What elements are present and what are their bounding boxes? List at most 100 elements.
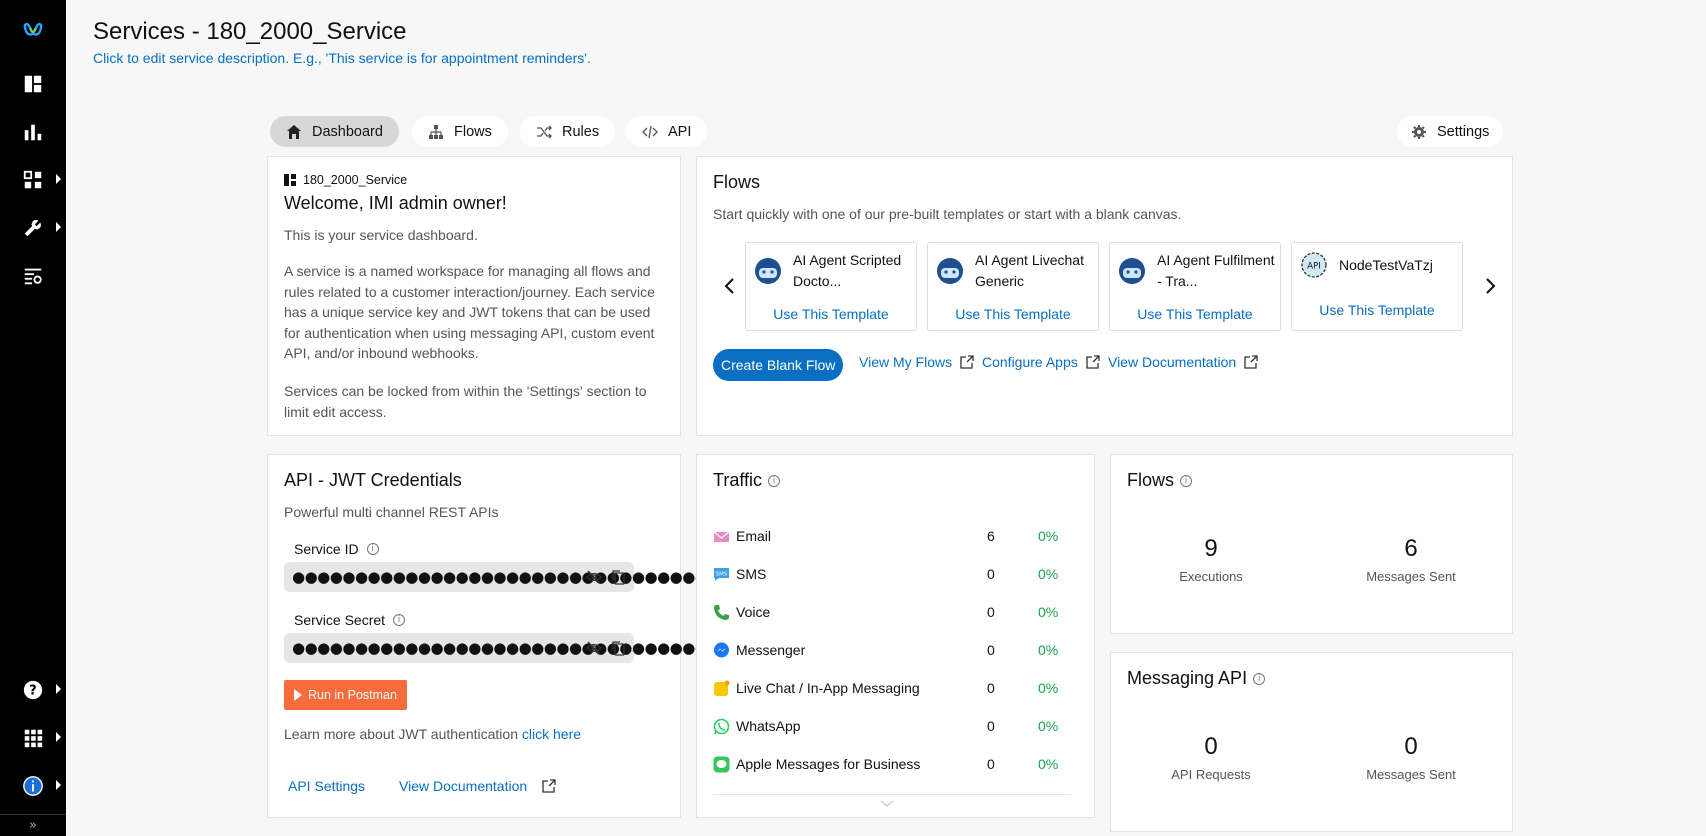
use-template-link[interactable]: Use This Template <box>928 306 1098 322</box>
welcome-title: Welcome, IMI admin owner! <box>284 193 507 213</box>
flows-icon <box>428 124 444 140</box>
tab-rules[interactable]: Rules <box>520 116 616 147</box>
flows-card-subtitle: Start quickly with one of our pre-built … <box>713 206 1182 222</box>
flows-templates-card: Flows Start quickly with one of our pre-… <box>696 156 1513 436</box>
hide-eye-icon[interactable] <box>586 640 602 656</box>
expand-sidebar-icon[interactable]: » <box>0 814 66 836</box>
template-name: AI Agent Fulfilment - Tra... <box>1157 252 1275 289</box>
template-card[interactable]: API NodeTestVaTzj Use This Template <box>1291 242 1463 331</box>
service-secret-value: ●●●●●●●●●●●●●●●●●●●●●●●●●●●●●●●●●●● ... <box>292 639 750 657</box>
welcome-paragraph-3: Services can be locked from within the '… <box>284 383 647 420</box>
channel-percent: 0% <box>1038 718 1059 734</box>
webex-logo-icon[interactable] <box>0 10 66 50</box>
channel-count: 0 <box>987 756 995 772</box>
chevron-left-icon[interactable] <box>721 277 739 295</box>
chevron-right-icon[interactable] <box>1481 277 1499 295</box>
logs-icon[interactable] <box>0 256 66 296</box>
channel-count: 6 <box>987 528 995 544</box>
sms-icon: SMS <box>714 568 729 581</box>
help-icon[interactable]: ? <box>0 670 66 710</box>
service-description[interactable]: Click to edit service description. E.g.,… <box>93 50 591 66</box>
traffic-row-sms: SMS SMS 0 0% <box>713 565 1063 585</box>
settings-label: Settings <box>1437 123 1490 140</box>
title-text: Flows <box>1127 470 1175 490</box>
use-template-link[interactable]: Use This Template <box>746 306 916 322</box>
jwt-view-documentation-link[interactable]: View Documentation <box>399 778 556 794</box>
info-icon[interactable]: i <box>1180 474 1193 487</box>
channel-count: 0 <box>987 718 995 734</box>
phone-icon <box>714 605 729 620</box>
view-my-flows-link[interactable]: View My Flows <box>859 354 974 370</box>
service-secret-label: Service Secret i <box>294 612 406 628</box>
service-secret-field[interactable]: ●●●●●●●●●●●●●●●●●●●●●●●●●●●●●●●●●●● ... <box>284 633 750 663</box>
service-id-field[interactable]: ●●●●●●●●●●●●●●●●●●●●●●●●●●●●●●●●●●● ... <box>284 562 750 592</box>
learn-text: Learn more about JWT authentication <box>284 726 518 742</box>
analytics-icon[interactable] <box>0 112 66 152</box>
apple-messages-icon <box>713 756 730 773</box>
template-card[interactable]: AI Agent Scripted Docto... Use This Temp… <box>745 242 917 331</box>
service-id-value: ●●●●●●●●●●●●●●●●●●●●●●●●●●●●●●●●●●● ... <box>292 568 750 586</box>
label-text: Service ID <box>294 541 359 557</box>
create-blank-flow-button[interactable]: Create Blank Flow <box>713 349 844 381</box>
tab-dashboard[interactable]: Dashboard <box>270 116 399 147</box>
livechat-icon <box>714 680 730 696</box>
api-settings-link[interactable]: API Settings <box>288 778 365 794</box>
title-text: Traffic <box>713 470 763 490</box>
info-icon[interactable]: i <box>366 543 379 555</box>
use-template-link[interactable]: Use This Template <box>1110 306 1280 322</box>
channel-percent: 0% <box>1038 566 1059 582</box>
tab-label: Rules <box>562 123 600 140</box>
tab-api[interactable]: API <box>626 116 708 147</box>
channel-label: Email <box>736 528 772 544</box>
info-icon[interactable]: i <box>1253 672 1266 685</box>
sidebar: ? » <box>0 0 66 836</box>
tab-label: API <box>668 123 692 140</box>
stat-label: API Requests <box>1171 767 1251 782</box>
configure-apps-link[interactable]: Configure Apps <box>982 354 1100 370</box>
click-here-link[interactable]: click here <box>522 726 581 742</box>
info-icon[interactable]: i <box>393 614 406 626</box>
stat-label: Executions <box>1179 569 1243 584</box>
channel-count: 0 <box>987 642 995 658</box>
service-name: 180_2000_Service <box>284 173 407 187</box>
postman-label: Run in Postman <box>308 688 397 702</box>
tab-label: Flows <box>454 123 492 140</box>
external-link-icon <box>1086 355 1100 369</box>
copy-icon[interactable] <box>610 569 626 585</box>
hide-eye-icon[interactable] <box>586 569 602 585</box>
stat-label: Messages Sent <box>1366 569 1456 584</box>
messages-sent-stat: 6 Messages Sent <box>1321 535 1501 584</box>
jwt-subtitle: Powerful multi channel REST APIs <box>284 504 499 520</box>
view-documentation-link[interactable]: View Documentation <box>1108 354 1258 370</box>
whatsapp-icon <box>713 718 730 735</box>
template-name: NodeTestVaTzj <box>1339 257 1433 273</box>
stat-value: 6 <box>1404 535 1418 562</box>
traffic-title: Traffic i <box>713 470 781 491</box>
stat-value: 0 <box>1204 733 1218 760</box>
apps-grid-icon[interactable] <box>0 160 66 200</box>
run-in-postman-button[interactable]: Run in Postman <box>284 680 407 710</box>
ai-agent-avatar-icon <box>1119 258 1145 284</box>
service-icon <box>284 174 296 186</box>
template-card[interactable]: AI Agent Fulfilment - Tra... Use This Te… <box>1109 242 1281 331</box>
api-messages-sent-stat: 0 Messages Sent <box>1321 733 1501 782</box>
chevron-down-icon[interactable] <box>879 800 895 808</box>
app-launcher-icon[interactable] <box>0 718 66 758</box>
copy-icon[interactable] <box>610 640 626 656</box>
template-card[interactable]: AI Agent Livechat Generic Use This Templ… <box>927 242 1099 331</box>
info-icon[interactable]: i <box>768 474 781 487</box>
info-icon[interactable] <box>0 766 66 806</box>
api-requests-stat: 0 API Requests <box>1121 733 1301 782</box>
wrench-icon[interactable] <box>0 208 66 248</box>
template-name: AI Agent Livechat Generic <box>975 252 1084 289</box>
dashboard-icon[interactable] <box>0 64 66 104</box>
service-name-label: 180_2000_Service <box>303 173 408 187</box>
settings-button[interactable]: Settings <box>1397 116 1504 147</box>
gear-icon <box>1411 124 1427 140</box>
tab-flows[interactable]: Flows <box>412 116 508 147</box>
channel-percent: 0% <box>1038 604 1059 620</box>
stat-value: 0 <box>1404 733 1418 760</box>
use-template-link[interactable]: Use This Template <box>1292 302 1462 318</box>
traffic-divider <box>713 794 1071 795</box>
channel-label: SMS <box>736 566 767 582</box>
